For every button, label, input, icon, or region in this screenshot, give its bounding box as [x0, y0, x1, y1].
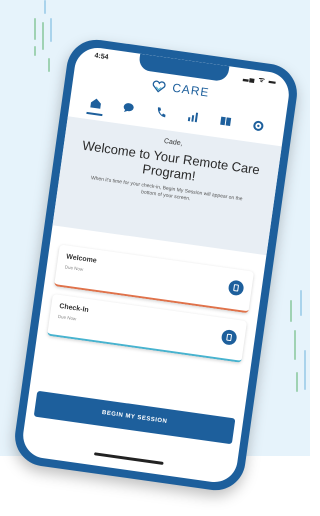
status-time: 4:54 — [94, 52, 109, 62]
heart-icon — [151, 79, 167, 93]
decorative-line — [34, 18, 36, 40]
phone-screen: 4:54 ▂▄ ᯤ ▬ CARE Cade, Welcome to Your R… — [20, 44, 292, 486]
decorative-line — [304, 350, 306, 390]
settings-icon — [252, 120, 263, 131]
tab-library[interactable] — [215, 111, 235, 131]
decorative-line — [34, 46, 36, 56]
library-icon — [220, 116, 232, 126]
task-card-title: Check-In — [58, 302, 90, 315]
phone-icon — [157, 107, 166, 118]
task-card-due: Due Now — [57, 313, 77, 322]
tab-home[interactable] — [86, 93, 106, 113]
home-icon — [90, 98, 102, 109]
decorative-line — [48, 58, 50, 72]
decorative-line — [44, 0, 46, 14]
tab-messages[interactable] — [118, 97, 138, 117]
decorative-line — [294, 330, 296, 360]
chat-icon — [123, 103, 134, 113]
task-card-due: Due Now — [64, 264, 84, 272]
status-icons: ▂▄ ᯤ ▬ — [242, 74, 278, 86]
decorative-line — [290, 300, 292, 322]
tab-settings[interactable] — [248, 116, 268, 136]
decorative-line — [42, 22, 44, 50]
tab-call[interactable] — [151, 102, 171, 122]
logo-text: CARE — [171, 80, 211, 100]
tab-stats[interactable] — [183, 107, 203, 127]
stats-icon — [188, 112, 199, 123]
decorative-line — [50, 18, 52, 42]
task-card-title: Welcome — [65, 253, 98, 265]
decorative-line — [300, 290, 302, 316]
home-indicator — [93, 452, 164, 465]
begin-session-button[interactable]: BEGIN MY SESSION — [33, 390, 236, 445]
clipboard-icon[interactable] — [227, 279, 245, 297]
decorative-line — [296, 372, 298, 392]
clipboard-icon[interactable] — [220, 328, 238, 346]
